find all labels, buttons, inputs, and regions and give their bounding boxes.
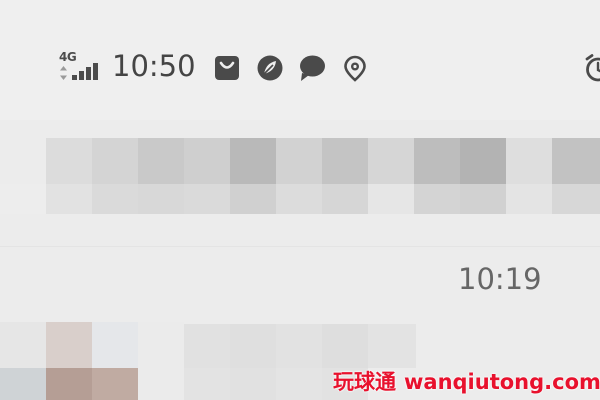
shopping-bag-icon[interactable] bbox=[213, 54, 241, 82]
data-activity-icon bbox=[59, 65, 68, 80]
message-timestamp: 10:19 bbox=[458, 262, 542, 296]
signal-bars-icon bbox=[72, 62, 102, 80]
status-clock: 10:50 bbox=[112, 49, 196, 83]
blurred-notification-preview bbox=[0, 138, 600, 214]
list-divider bbox=[0, 246, 600, 247]
location-pin-icon[interactable] bbox=[341, 54, 369, 82]
status-bar: 4G 10:50 bbox=[0, 0, 600, 120]
cellular-signal: 4G bbox=[57, 50, 103, 82]
leaf-icon[interactable] bbox=[256, 54, 284, 82]
watermark-domain-text: wanqiutong.com bbox=[404, 370, 600, 394]
alarm-clock-icon[interactable] bbox=[584, 54, 600, 82]
watermark-chinese-text: 玩球通 bbox=[333, 370, 396, 394]
chat-bubble-icon[interactable] bbox=[298, 54, 326, 82]
site-watermark: 玩球通 wanqiutong.com bbox=[333, 366, 600, 396]
